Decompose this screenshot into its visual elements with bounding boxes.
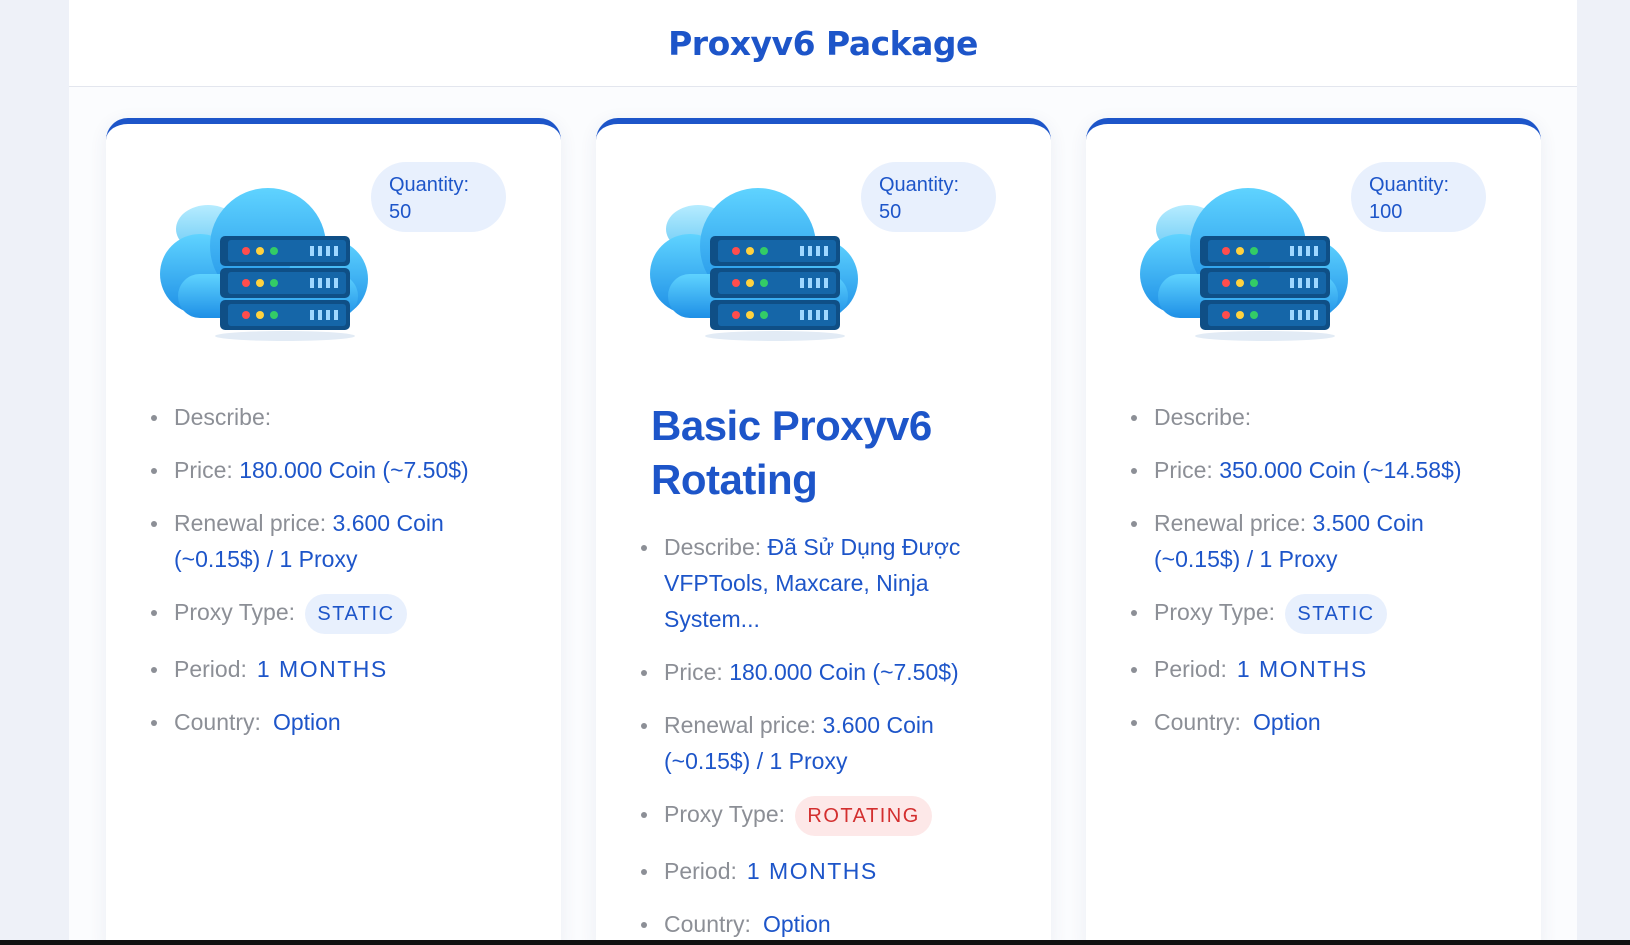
describe-item: Describe: xyxy=(151,399,524,435)
quantity-badge: Quantity: 100 xyxy=(1351,162,1486,232)
page-title: Proxyv6 Package xyxy=(668,23,978,63)
describe-label: Describe: xyxy=(664,534,762,560)
quantity-label: Quantity: xyxy=(389,174,470,196)
proxy-type-badge: STATIC xyxy=(305,594,407,634)
renewal-price-label: Renewal price: xyxy=(1154,510,1307,536)
quantity-label: Quantity: xyxy=(1369,174,1450,196)
proxy-type-label: Proxy Type: xyxy=(174,599,296,626)
proxy-type-label: Proxy Type: xyxy=(1154,599,1276,626)
country-item: Country: Option xyxy=(1131,704,1504,740)
period-value: 1 MONTHS xyxy=(256,656,388,682)
country-label: Country: xyxy=(1154,709,1241,735)
proxy-type-label: Proxy Type: xyxy=(664,801,786,828)
price-label: Price: xyxy=(664,659,723,685)
price-label: Price: xyxy=(174,457,233,483)
renewal-price-item: Renewal price: 3.600 Coin (~0.15$) / 1 P… xyxy=(151,505,524,577)
package-details: Describe: Price: 350.000 Coin (~14.58$) … xyxy=(1131,399,1504,757)
cloud-server-icon xyxy=(1140,188,1348,341)
country-option-link[interactable]: Option xyxy=(763,911,831,937)
package-details: Describe: Đã Sử Dụng Được VFPTools, Maxc… xyxy=(641,529,1014,945)
quantity-value: 50 xyxy=(879,201,902,223)
country-option-link[interactable]: Option xyxy=(273,709,341,735)
country-label: Country: xyxy=(174,709,261,735)
renewal-price-item: Renewal price: 3.600 Coin (~0.15$) / 1 P… xyxy=(641,707,1014,779)
country-item: Country: Option xyxy=(641,906,1014,942)
price-value: 180.000 Coin (~7.50$) xyxy=(239,457,469,483)
bottom-border xyxy=(0,940,1630,945)
describe-label: Describe: xyxy=(174,404,272,430)
country-label: Country: xyxy=(664,911,751,937)
period-item: Period: 1 MONTHS xyxy=(151,651,524,687)
period-label: Period: xyxy=(664,858,737,884)
price-item: Price: 350.000 Coin (~14.58$) xyxy=(1131,452,1504,488)
quantity-badge: Quantity: 50 xyxy=(861,162,996,232)
renewal-price-label: Renewal price: xyxy=(664,712,817,738)
country-option-link[interactable]: Option xyxy=(1253,709,1321,735)
country-item: Country: Option xyxy=(151,704,524,740)
package-card-2[interactable]: Quantity: 50 Basic Proxyv6 Rotating Desc… xyxy=(596,118,1051,945)
period-item: Period: 1 MONTHS xyxy=(1131,651,1504,687)
proxy-type-item: Proxy Type: STATIC xyxy=(1131,594,1504,634)
price-item: Price: 180.000 Coin (~7.50$) xyxy=(641,654,1014,690)
period-value: 1 MONTHS xyxy=(746,858,878,884)
describe-item: Describe: xyxy=(1131,399,1504,435)
renewal-price-item: Renewal price: 3.500 Coin (~0.15$) / 1 P… xyxy=(1131,505,1504,577)
renewal-price-label: Renewal price: xyxy=(174,510,327,536)
price-label: Price: xyxy=(1154,457,1213,483)
quantity-label: Quantity: xyxy=(879,174,960,196)
price-value: 350.000 Coin (~14.58$) xyxy=(1219,457,1462,483)
quantity-value: 50 xyxy=(389,201,412,223)
price-item: Price: 180.000 Coin (~7.50$) xyxy=(151,452,524,488)
package-card-1[interactable]: Quantity: 50 Describe: Price: 180.000 Co… xyxy=(106,118,561,945)
plan-title[interactable]: Basic Proxyv6 Rotating xyxy=(651,399,1011,507)
proxy-type-item: Proxy Type: ROTATING xyxy=(641,796,1014,836)
price-value: 180.000 Coin (~7.50$) xyxy=(729,659,959,685)
period-label: Period: xyxy=(174,656,247,682)
cloud-server-icon xyxy=(650,188,858,341)
period-item: Period: 1 MONTHS xyxy=(641,853,1014,889)
describe-item: Describe: Đã Sử Dụng Được VFPTools, Maxc… xyxy=(641,529,1014,637)
quantity-badge: Quantity: 50 xyxy=(371,162,506,232)
package-details: Describe: Price: 180.000 Coin (~7.50$) R… xyxy=(151,399,524,757)
panel-header: Proxyv6 Package xyxy=(69,0,1577,87)
period-value: 1 MONTHS xyxy=(1236,656,1368,682)
proxy-type-item: Proxy Type: STATIC xyxy=(151,594,524,634)
package-card-3[interactable]: Quantity: 100 Describe: Price: 350.000 C… xyxy=(1086,118,1541,945)
proxy-type-badge: ROTATING xyxy=(795,796,932,836)
proxy-type-badge: STATIC xyxy=(1285,594,1387,634)
period-label: Period: xyxy=(1154,656,1227,682)
cloud-server-icon xyxy=(160,188,368,341)
describe-label: Describe: xyxy=(1154,404,1252,430)
package-panel: Proxyv6 Package Quantity: 50 Describe: P… xyxy=(69,0,1577,945)
quantity-value: 100 xyxy=(1369,201,1403,223)
